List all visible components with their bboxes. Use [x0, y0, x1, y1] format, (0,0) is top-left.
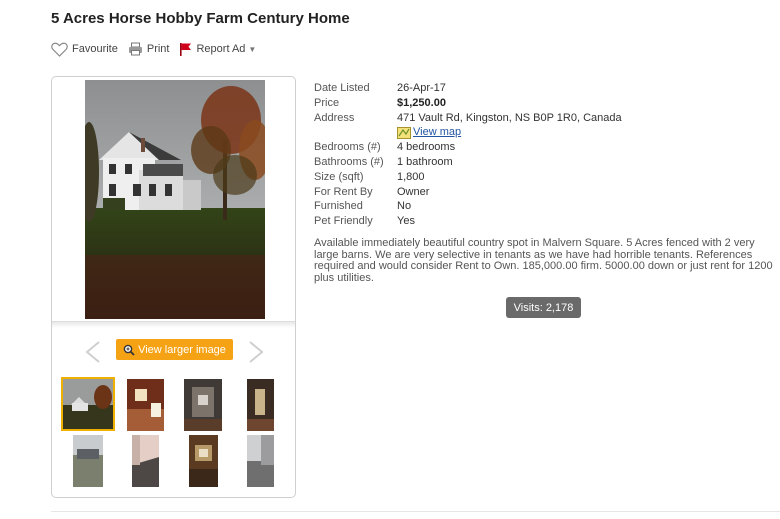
visits-badge: Visits: 2,178	[506, 297, 581, 318]
detail-bedrooms: Bedrooms (#) 4 bedrooms	[314, 140, 622, 155]
detail-size: Size (sqft) 1,800	[314, 170, 622, 185]
thumbnail-7[interactable]	[189, 435, 218, 487]
thumbnail-2[interactable]	[127, 379, 164, 431]
detail-label: Address	[314, 111, 355, 124]
report-ad-label: Report Ad	[196, 43, 246, 55]
thumbnail-8[interactable]	[247, 435, 274, 487]
detail-value: 1,800	[397, 170, 425, 183]
print-button[interactable]: Print	[128, 42, 170, 56]
thumbnail-6-image	[132, 435, 159, 487]
detail-for-rent-by: For Rent By Owner	[314, 185, 622, 200]
detail-date-listed: Date Listed 26-Apr-17	[314, 81, 622, 96]
detail-value: 4 bedrooms	[397, 141, 456, 154]
detail-value: Yes	[397, 215, 415, 228]
detail-label: Furnished	[314, 200, 363, 213]
magnifier-plus-icon	[123, 344, 135, 356]
listing-description: Available immediately beautiful country …	[314, 237, 773, 284]
detail-label: Pet Friendly	[314, 215, 373, 228]
prev-arrow-icon[interactable]	[85, 341, 101, 363]
report-ad-dropdown[interactable]: Report Ad ▼	[179, 42, 256, 56]
thumbnail-3[interactable]	[184, 379, 222, 431]
listing-title: 5 Acres Horse Hobby Farm Century Home	[51, 10, 350, 27]
view-larger-image-button[interactable]: View larger image	[116, 339, 233, 360]
detail-price: Price $1,250.00	[314, 96, 622, 111]
thumbnail-1[interactable]	[61, 377, 115, 431]
caret-down-icon: ▼	[248, 44, 257, 54]
gallery-divider	[52, 321, 295, 328]
thumbnail-4[interactable]	[247, 379, 274, 431]
thumbnail-2-image	[127, 379, 164, 431]
detail-label: Bathrooms (#)	[314, 155, 384, 168]
thumbnail-8-image	[247, 435, 274, 487]
view-map-link[interactable]: View map	[397, 125, 622, 140]
thumbnail-5[interactable]	[73, 435, 103, 487]
detail-pet-friendly: Pet Friendly Yes	[314, 214, 622, 229]
detail-value: 26-Apr-17	[397, 82, 446, 94]
address-value: 471 Vault Rd, Kingston, NS B0P 1R0, Cana…	[397, 111, 622, 124]
thumbnail-5-image	[73, 435, 103, 487]
detail-furnished: Furnished No	[314, 199, 622, 214]
detail-value: Owner	[397, 185, 430, 198]
price-value: $1,250.00	[397, 96, 446, 109]
detail-label: Bedrooms (#)	[314, 141, 381, 154]
detail-value: No	[397, 200, 412, 213]
view-map-label: View map	[413, 126, 462, 139]
main-photo[interactable]	[85, 80, 265, 319]
printer-icon	[128, 42, 142, 56]
listing-details: Date Listed 26-Apr-17 Price $1,250.00 Addr…	[314, 81, 622, 229]
favourite-label: Favourite	[72, 43, 118, 55]
thumbnail-7-image	[189, 435, 218, 487]
bottom-divider	[51, 511, 780, 512]
detail-label: Size (sqft)	[314, 170, 364, 183]
detail-address: Address 471 Vault Rd, Kingston, NS B0P 1R…	[314, 111, 622, 126]
detail-label: For Rent By	[314, 185, 373, 198]
detail-value: 1 bathroom	[397, 155, 453, 168]
detail-bathrooms: Bathrooms (#) 1 bathroom	[314, 155, 622, 170]
flag-icon	[180, 43, 192, 56]
thumbnail-6[interactable]	[132, 435, 159, 487]
action-bar: Favourite Print Report Ad ▼	[51, 41, 266, 57]
photo-gallery: View larger image	[51, 76, 296, 498]
thumbnail-4-image	[247, 379, 274, 431]
favourite-button[interactable]: Favourite	[51, 42, 118, 57]
thumbnail-3-image	[184, 379, 222, 431]
view-larger-label: View larger image	[138, 343, 226, 356]
detail-label: Date Listed	[314, 82, 370, 94]
detail-label: Price	[314, 96, 340, 109]
map-icon	[397, 126, 411, 139]
main-photo-image	[85, 80, 265, 319]
print-label: Print	[146, 43, 170, 55]
heart-icon	[51, 42, 68, 57]
next-arrow-icon[interactable]	[248, 341, 264, 363]
thumbnail-1-image	[63, 379, 113, 429]
